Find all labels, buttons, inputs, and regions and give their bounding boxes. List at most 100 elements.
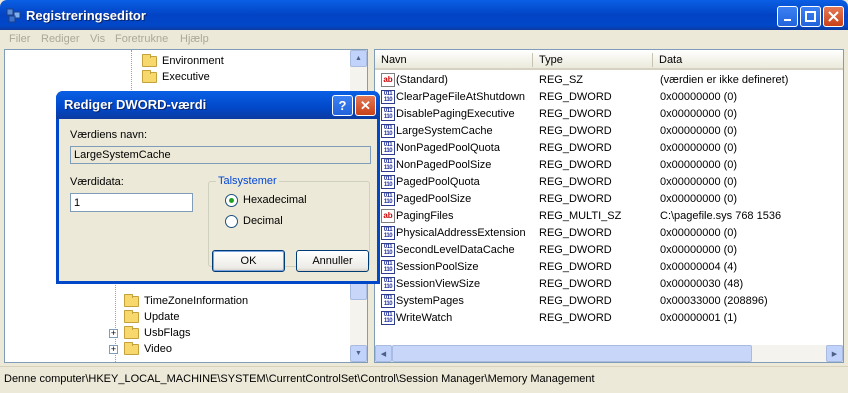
- status-bar: Denne computer\HKEY_LOCAL_MACHINE\SYSTEM…: [0, 366, 848, 393]
- value-type-cell: REG_DWORD: [539, 193, 612, 205]
- string-value-icon: ab: [381, 73, 395, 87]
- decimal-radio[interactable]: [225, 215, 238, 228]
- value-type-cell: REG_DWORD: [539, 312, 612, 324]
- value-name-cell: NonPagedPoolSize: [396, 159, 492, 171]
- tree-node-label: Executive: [162, 71, 210, 83]
- value-data-cell: 0x00000000 (0): [660, 193, 738, 205]
- value-name-cell: LargeSystemCache: [396, 125, 493, 137]
- cancel-button[interactable]: Annuller: [296, 250, 369, 272]
- value-type-cell: REG_DWORD: [539, 91, 612, 103]
- binary-value-icon: 011110010: [381, 175, 395, 189]
- folder-icon: [142, 69, 157, 83]
- scroll-up-icon[interactable]: ▲: [350, 50, 367, 67]
- value-row[interactable]: 011110010DisablePagingExecutive REG_DWORD…: [375, 106, 827, 123]
- main-title-bar[interactable]: Registreringseditor: [0, 0, 848, 30]
- value-row[interactable]: ab PagingFiles REG_MULTI_SZ C:\pagefile.sys…: [375, 208, 827, 225]
- value-name-cell: (Standard): [396, 74, 448, 86]
- value-data-cell: 0x00000001 (1): [660, 312, 738, 324]
- close-button[interactable]: [823, 6, 844, 27]
- value-row[interactable]: 011110010SystemPages REG_DWORD 0x00033000 …: [375, 293, 827, 310]
- dialog-title-bar[interactable]: Rediger DWORD-værdi ? ✕: [56, 91, 380, 119]
- minimize-icon: [783, 18, 791, 21]
- value-data-cell: 0x00000000 (0): [660, 91, 738, 103]
- value-type-cell: REG_DWORD: [539, 278, 612, 290]
- value-row[interactable]: 011110010PhysicalAddressExtension REG_DWO…: [375, 225, 827, 242]
- value-row[interactable]: 011110010PagedPoolSize REG_DWORD 0x0000000…: [375, 191, 827, 208]
- hexadecimal-radio-label[interactable]: Hexadecimal: [243, 194, 307, 206]
- expand-icon[interactable]: +: [109, 344, 118, 354]
- value-data-cell: 0x00000000 (0): [660, 176, 738, 188]
- tree-node[interactable]: + Video: [109, 341, 172, 357]
- value-row[interactable]: 011110010ClearPageFileAtShutdown REG_DWOR…: [375, 89, 827, 106]
- value-data-cell: 0x00033000 (208896): [660, 295, 768, 307]
- value-row[interactable]: 011110010SessionPoolSize REG_DWORD 0x00000…: [375, 259, 827, 276]
- decimal-radio-label[interactable]: Decimal: [243, 215, 283, 227]
- value-type-cell: REG_DWORD: [539, 159, 612, 171]
- tree-node[interactable]: + UsbFlags: [109, 325, 190, 341]
- tree-node-label: UsbFlags: [144, 327, 191, 339]
- tree-node-label: Update: [144, 311, 180, 323]
- tree-node-label: Environment: [162, 55, 224, 67]
- value-row[interactable]: 011110010LargeSystemCache REG_DWORD 0x0000…: [375, 123, 827, 140]
- value-data-label: Værdidata:: [70, 176, 124, 188]
- value-name-cell: PagedPoolQuota: [396, 176, 480, 188]
- values-list-pane[interactable]: Navn Type Data ab (Standard) REG_SZ (værdie…: [374, 49, 844, 363]
- value-type-cell: REG_DWORD: [539, 295, 612, 307]
- value-row[interactable]: 011110010SecondLevelDataCache REG_DWORD 0x…: [375, 242, 827, 259]
- value-data-cell: 0x00000000 (0): [660, 108, 738, 120]
- menu-favorites[interactable]: Foretrukne: [115, 33, 168, 45]
- scroll-thumb[interactable]: [392, 345, 752, 362]
- menu-edit[interactable]: Rediger: [41, 33, 80, 45]
- maximize-icon: [805, 11, 816, 22]
- registry-editor-icon: [6, 8, 21, 23]
- value-type-cell: REG_SZ: [539, 74, 584, 86]
- value-row[interactable]: 011110010WriteWatch REG_DWORD 0x00000001 (…: [375, 310, 827, 327]
- tree-node[interactable]: Environment: [142, 53, 224, 69]
- binary-value-icon: 011110010: [381, 260, 395, 274]
- scroll-right-icon[interactable]: ▶: [826, 345, 843, 362]
- binary-value-icon: 011110010: [381, 294, 395, 308]
- dialog-body: Værdiens navn: LargeSystemCache Værdidat…: [59, 119, 377, 281]
- value-type-cell: REG_DWORD: [539, 108, 612, 120]
- scroll-left-icon[interactable]: ◀: [375, 345, 392, 362]
- base-group-label: Talsystemer: [216, 175, 279, 187]
- minimize-button[interactable]: [777, 6, 798, 27]
- value-type-cell: REG_DWORD: [539, 176, 612, 188]
- list-horizontal-scrollbar[interactable]: ◀ ▶: [375, 345, 843, 362]
- folder-icon: [124, 309, 139, 323]
- value-row[interactable]: 011110010PagedPoolQuota REG_DWORD 0x000000…: [375, 174, 827, 191]
- value-type-cell: REG_DWORD: [539, 244, 612, 256]
- binary-value-icon: 011110010: [381, 158, 395, 172]
- scroll-down-icon[interactable]: ▼: [350, 345, 367, 362]
- value-row[interactable]: 011110010NonPagedPoolQuota REG_DWORD 0x000…: [375, 140, 827, 157]
- value-name-cell: PagedPoolSize: [396, 193, 472, 205]
- column-header-data[interactable]: Data: [653, 50, 843, 70]
- value-data-cell: 0x00000000 (0): [660, 159, 738, 171]
- binary-value-icon: 011110010: [381, 141, 395, 155]
- ok-button[interactable]: OK: [212, 250, 285, 272]
- value-name-cell: ClearPageFileAtShutdown: [396, 91, 526, 103]
- value-name-cell: WriteWatch: [396, 312, 453, 324]
- column-header-name[interactable]: Navn: [375, 50, 533, 70]
- expand-icon[interactable]: +: [109, 328, 118, 338]
- hexadecimal-radio[interactable]: [225, 194, 238, 207]
- tree-node[interactable]: TimeZoneInformation: [124, 293, 248, 309]
- value-data-cell: C:\pagefile.sys 768 1536: [660, 210, 782, 222]
- column-header-type[interactable]: Type: [533, 50, 653, 70]
- value-data-input[interactable]: [70, 193, 193, 212]
- folder-icon: [124, 293, 139, 307]
- dialog-close-button[interactable]: ✕: [355, 95, 376, 116]
- maximize-button[interactable]: [800, 6, 821, 27]
- menu-view[interactable]: Vis: [90, 33, 105, 45]
- tree-node[interactable]: Update: [124, 309, 179, 325]
- tree-node[interactable]: Executive: [142, 69, 210, 85]
- menu-help[interactable]: Hjælp: [180, 33, 209, 45]
- value-name-cell: SystemPages: [396, 295, 464, 307]
- value-data-cell: (værdien er ikke defineret): [660, 74, 789, 86]
- value-row[interactable]: 011110010SessionViewSize REG_DWORD 0x00000…: [375, 276, 827, 293]
- value-row[interactable]: 011110010NonPagedPoolSize REG_DWORD 0x0000…: [375, 157, 827, 174]
- menu-file[interactable]: Filer: [9, 33, 30, 45]
- value-row[interactable]: ab (Standard) REG_SZ (værdien er ikke defin…: [375, 72, 827, 89]
- help-button[interactable]: ?: [332, 95, 353, 116]
- binary-value-icon: 011110010: [381, 277, 395, 291]
